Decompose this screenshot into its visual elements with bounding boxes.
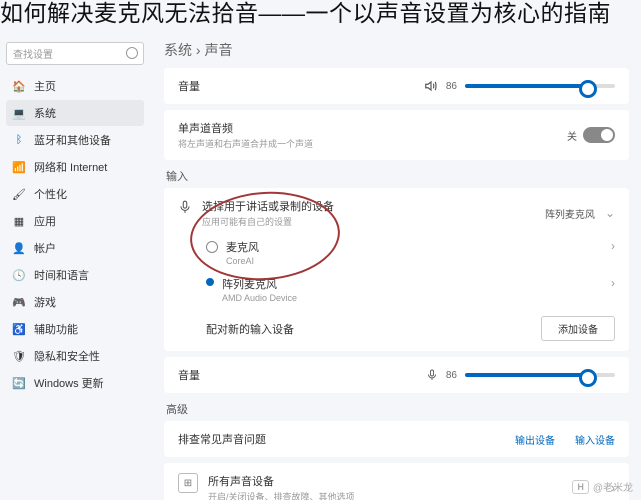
watermark-text: @老米龙 bbox=[593, 479, 633, 494]
apps-icon: ▦ bbox=[12, 214, 26, 228]
sidebar-item-label: Windows 更新 bbox=[34, 375, 104, 391]
all-sound-devices-row[interactable]: ⊞ 所有声音设备 开启/关闭设备、排查故障、其他选项 › bbox=[164, 463, 629, 500]
sidebar-item-label: 网络和 Internet bbox=[34, 159, 107, 175]
sidebar-item-bluetooth[interactable]: ᛒ 蓝牙和其他设备 bbox=[6, 127, 144, 153]
sidebar-item-system[interactable]: 💻 系统 bbox=[6, 100, 144, 126]
all-devices-sub: 开启/关闭设备、排查故障、其他选项 bbox=[208, 490, 355, 500]
sidebar-item-label: 个性化 bbox=[34, 186, 67, 202]
input-volume-slider[interactable] bbox=[465, 373, 615, 377]
device-name: 阵列麦克风 bbox=[222, 276, 603, 292]
sidebar-item-label: 应用 bbox=[34, 213, 56, 229]
microphone-icon bbox=[426, 368, 438, 382]
device-name: 麦克风 bbox=[226, 239, 603, 255]
watermark: H @老米龙 bbox=[572, 479, 633, 494]
settings-window: 查找设置 🏠 主页 💻 系统 ᛒ 蓝牙和其他设备 📶 网络和 Internet 🖌 个性化… bbox=[0, 0, 641, 500]
sidebar-item-label: 系统 bbox=[34, 105, 56, 121]
sidebar-item-apps[interactable]: ▦ 应用 bbox=[6, 208, 144, 234]
chevron-down-icon: ⌄ bbox=[605, 206, 615, 220]
output-device-link[interactable]: 输出设备 bbox=[515, 432, 555, 447]
volume-slider[interactable] bbox=[465, 84, 615, 88]
output-volume-row[interactable]: 音量 86 bbox=[164, 68, 629, 104]
radio-selected-icon[interactable] bbox=[206, 278, 214, 286]
clock-icon: 🕓 bbox=[12, 268, 26, 282]
gaming-icon: 🎮 bbox=[12, 295, 26, 309]
pair-device-label: 配对新的输入设备 bbox=[206, 321, 294, 337]
sidebar-item-label: 游戏 bbox=[34, 294, 56, 310]
sidebar-item-time[interactable]: 🕓 时间和语言 bbox=[6, 262, 144, 288]
sidebar-item-label: 辅助功能 bbox=[34, 321, 78, 337]
all-devices-label: 所有声音设备 bbox=[208, 473, 355, 489]
sidebar-item-network[interactable]: 📶 网络和 Internet bbox=[6, 154, 144, 180]
input-volume-label: 音量 bbox=[178, 367, 200, 383]
device-list: 麦克风 CoreAI › 阵列麦克风 AMD Audio Device › bbox=[206, 234, 615, 308]
brush-icon: 🖌 bbox=[12, 187, 26, 201]
system-icon: 💻 bbox=[12, 106, 26, 120]
main-content: 系统 › 声音 音量 86 单声道音频 将左声道和右声道合并成一个声道 关 bbox=[150, 42, 641, 500]
volume-value: 86 bbox=[446, 81, 457, 92]
mono-audio-row[interactable]: 单声道音频 将左声道和右声道合并成一个声道 关 bbox=[164, 110, 629, 160]
home-icon: 🏠 bbox=[12, 79, 26, 93]
device-option-array-mic[interactable]: 阵列麦克风 AMD Audio Device › bbox=[206, 271, 615, 308]
input-volume-row[interactable]: 音量 86 bbox=[164, 357, 629, 393]
breadcrumb[interactable]: 系统 › 声音 bbox=[164, 42, 629, 60]
speaker-icon bbox=[424, 79, 438, 93]
watermark-logo: H bbox=[572, 480, 589, 494]
accessibility-icon: ♿ bbox=[12, 322, 26, 336]
chevron-right-icon: › bbox=[611, 276, 615, 290]
sidebar-item-accounts[interactable]: 👤 帐户 bbox=[6, 235, 144, 261]
sidebar-item-label: 帐户 bbox=[34, 240, 56, 256]
search-input[interactable]: 查找设置 bbox=[6, 42, 144, 65]
update-icon: 🔄 bbox=[12, 376, 26, 390]
device-sub: CoreAI bbox=[226, 256, 603, 266]
mono-sub: 将左声道和右声道合并成一个声道 bbox=[178, 137, 313, 150]
chevron-right-icon: › bbox=[611, 239, 615, 253]
mono-state: 关 bbox=[567, 128, 577, 143]
devices-icon: ⊞ bbox=[178, 473, 198, 493]
sidebar-item-label: 蓝牙和其他设备 bbox=[34, 132, 111, 148]
input-device-link[interactable]: 输入设备 bbox=[575, 432, 615, 447]
sidebar-item-label: 隐私和安全性 bbox=[34, 348, 100, 364]
device-sub: AMD Audio Device bbox=[222, 293, 603, 303]
microphone-icon bbox=[178, 198, 192, 216]
mono-toggle[interactable] bbox=[583, 127, 615, 143]
choose-device-label: 选择用于讲话或录制的设备 bbox=[202, 198, 334, 214]
sidebar: 查找设置 🏠 主页 💻 系统 ᛒ 蓝牙和其他设备 📶 网络和 Internet 🖌 个性化… bbox=[0, 42, 150, 500]
user-icon: 👤 bbox=[12, 241, 26, 255]
advanced-section-title: 高级 bbox=[166, 401, 629, 417]
shield-icon: 🛡 bbox=[12, 349, 26, 363]
input-device-card: 选择用于讲话或录制的设备 应用可能有自己的设置 阵列麦克风 ⌄ 麦克风 Core… bbox=[164, 188, 629, 351]
radio-unselected-icon[interactable] bbox=[206, 241, 218, 253]
sidebar-item-home[interactable]: 🏠 主页 bbox=[6, 73, 144, 99]
input-volume-value: 86 bbox=[446, 370, 457, 381]
wifi-icon: 📶 bbox=[12, 160, 26, 174]
sidebar-item-gaming[interactable]: 🎮 游戏 bbox=[6, 289, 144, 315]
sidebar-item-privacy[interactable]: 🛡 隐私和安全性 bbox=[6, 343, 144, 369]
sidebar-item-personalization[interactable]: 🖌 个性化 bbox=[6, 181, 144, 207]
choose-device-row[interactable]: 选择用于讲话或录制的设备 应用可能有自己的设置 阵列麦克风 ⌄ bbox=[178, 198, 615, 228]
sidebar-item-accessibility[interactable]: ♿ 辅助功能 bbox=[6, 316, 144, 342]
troubleshoot-row[interactable]: 排查常见声音问题 输出设备 输入设备 bbox=[164, 421, 629, 457]
bluetooth-icon: ᛒ bbox=[12, 133, 26, 147]
device-option-mic[interactable]: 麦克风 CoreAI › bbox=[206, 234, 615, 271]
choose-device-sub: 应用可能有自己的设置 bbox=[202, 215, 334, 228]
article-overlay-title: 如何解决麦克风无法拾音——一个以声音设置为核心的指南 bbox=[0, 0, 641, 28]
sidebar-item-label: 主页 bbox=[34, 78, 56, 94]
sidebar-item-update[interactable]: 🔄 Windows 更新 bbox=[6, 370, 144, 396]
input-section-title: 输入 bbox=[166, 168, 629, 184]
current-device: 阵列麦克风 bbox=[545, 206, 595, 221]
mono-label: 单声道音频 bbox=[178, 120, 313, 136]
add-device-button[interactable]: 添加设备 bbox=[541, 316, 615, 341]
volume-label: 音量 bbox=[178, 78, 200, 94]
sidebar-item-label: 时间和语言 bbox=[34, 267, 89, 283]
troubleshoot-label: 排查常见声音问题 bbox=[178, 431, 266, 447]
